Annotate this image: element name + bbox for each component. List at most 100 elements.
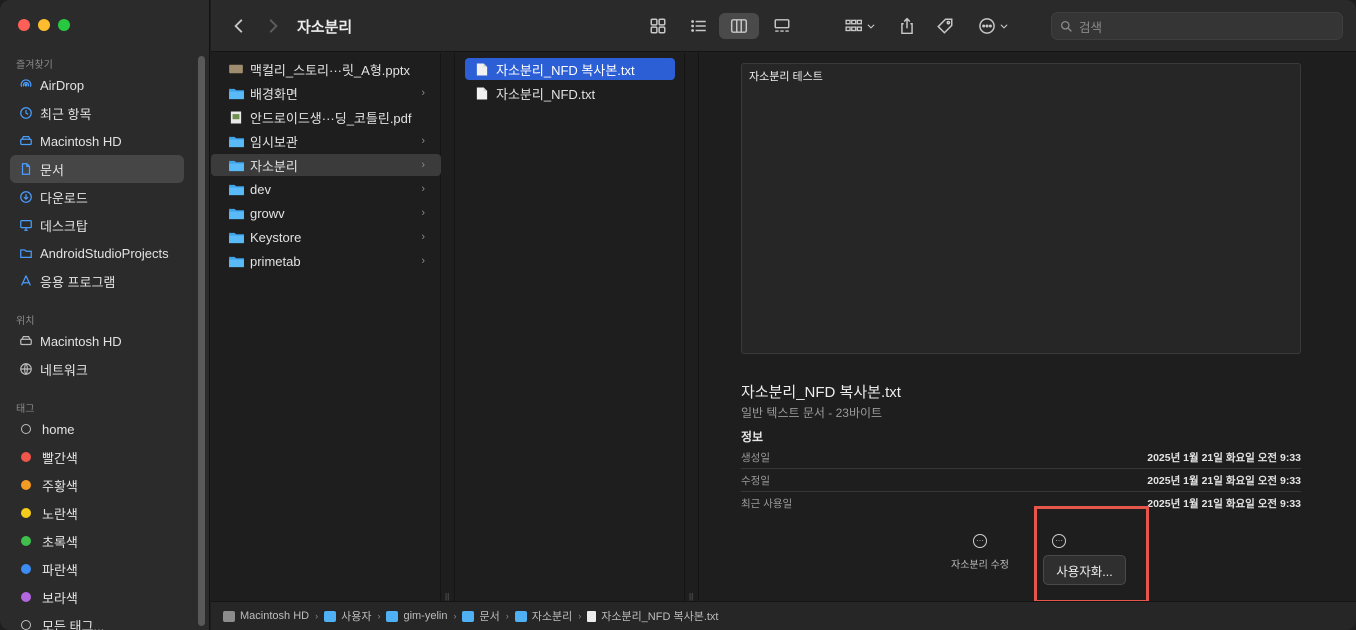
column-resize-handle[interactable]	[685, 53, 699, 601]
item-name: growv	[250, 205, 285, 221]
item-name: Keystore	[250, 229, 302, 245]
chevron-right-icon: ›	[315, 611, 319, 621]
sidebar-tag-yellow[interactable]: 노란색	[10, 499, 184, 527]
path-item-file[interactable]: 자소분리_NFD 복사본.txt	[587, 608, 719, 624]
sidebar-item-location-macintosh-hd[interactable]: Macintosh HD	[10, 327, 184, 355]
document-icon	[18, 161, 34, 177]
column-resize-handle[interactable]	[441, 53, 455, 601]
zoom-window-button[interactable]	[58, 19, 70, 31]
sidebar-scrollbar[interactable]	[198, 56, 205, 626]
clock-icon	[18, 105, 34, 121]
item-name: 자소분리_NFD 복사본.txt	[496, 62, 635, 78]
column-grip-icon[interactable]: ||	[689, 592, 693, 601]
path-label: gim-yelin	[403, 610, 448, 622]
sidebar-item-documents[interactable]: 문서	[10, 155, 184, 183]
sidebar-tag-orange[interactable]: 주황색	[10, 471, 184, 499]
chevron-right-icon: ›	[421, 135, 425, 147]
text-file-icon	[587, 610, 597, 622]
sidebar-tag-green[interactable]: 초록색	[10, 527, 184, 555]
meta-value: 2025년 1월 21일 화요일 오전 9:33	[1147, 451, 1301, 464]
folder-icon	[18, 245, 34, 261]
column-jaso: 자소분리_NFD 복사본.txt 자소분리_NFD.txt	[456, 53, 685, 601]
list-item-selected[interactable]: 자소분리 ›	[211, 154, 441, 176]
icon-view-button[interactable]	[643, 13, 673, 39]
more-actions-button[interactable]	[973, 13, 1013, 39]
path-item-jaso[interactable]: 자소분리	[514, 608, 573, 624]
forward-button[interactable]	[261, 14, 285, 38]
chevron-right-icon	[269, 19, 278, 33]
path-label: 문서	[479, 611, 500, 623]
back-button[interactable]	[227, 14, 251, 38]
folder-icon	[227, 253, 245, 269]
sidebar-item-recents[interactable]: 최근 항목	[10, 99, 184, 127]
text-file-icon	[473, 61, 491, 77]
sidebar-item-androidstudioprojects[interactable]: AndroidStudioProjects	[10, 239, 184, 267]
favorites-header: 즐겨찾기	[16, 60, 53, 71]
sidebar-item-label: 보라색	[42, 590, 78, 606]
list-item[interactable]: 안드로이드생···딩_코틀린.pdf	[211, 106, 441, 128]
chevron-down-icon	[999, 24, 1008, 29]
sidebar-tag-purple[interactable]: 보라색	[10, 583, 184, 611]
group-button[interactable]	[839, 13, 881, 39]
list-item[interactable]: 맥컬리_스토리···릿_A형.pptx	[211, 58, 441, 80]
list-view-button[interactable]	[684, 13, 714, 39]
desktop-icon	[18, 217, 34, 233]
finder-window: 즐겨찾기 AirDrop 최근 항목 Macintosh HD 문서 다운로드 …	[0, 0, 1356, 630]
close-window-button[interactable]	[18, 19, 30, 31]
folder-icon	[227, 181, 245, 197]
sidebar-item-macintosh-hd[interactable]: Macintosh HD	[10, 127, 184, 155]
path-item-users[interactable]: 사용자	[324, 608, 371, 624]
window-controls	[18, 19, 70, 31]
item-name: primetab	[250, 253, 301, 269]
sidebar-item-desktop[interactable]: 데스크탑	[10, 211, 184, 239]
sidebar-item-label: 모든 태그...	[42, 618, 105, 630]
sidebar-item-applications[interactable]: 응용 프로그램	[10, 267, 184, 295]
sidebar-item-label: 노란색	[42, 506, 78, 522]
text-file-icon	[473, 85, 491, 101]
sidebar-tag-home[interactable]: home	[10, 415, 184, 443]
list-item[interactable]: 임시보관 ›	[211, 130, 441, 152]
chevron-left-icon	[234, 19, 243, 33]
sidebar-item-downloads[interactable]: 다운로드	[10, 183, 184, 211]
item-name: 자소분리	[250, 158, 298, 174]
sidebar-tag-all-tags[interactable]: 모든 태그...	[10, 611, 184, 630]
column-grip-icon[interactable]: ||	[445, 592, 449, 601]
list-item-selected[interactable]: 자소분리_NFD 복사본.txt	[465, 58, 675, 80]
item-name: 맥컬리_스토리···릿_A형.pptx	[250, 62, 410, 78]
sidebar-tag-blue[interactable]: 파란색	[10, 555, 184, 583]
share-button[interactable]	[895, 13, 919, 39]
hard-drive-icon	[18, 333, 34, 349]
airdrop-icon	[18, 77, 34, 93]
list-item[interactable]: Keystore ›	[211, 226, 441, 248]
meta-row-last-opened: 최근 사용일 2025년 1월 21일 화요일 오전 9:33	[741, 492, 1301, 515]
meta-row-created: 생성일 2025년 1월 21일 화요일 오전 9:33	[741, 446, 1301, 469]
tag-dot-icon	[21, 592, 31, 602]
path-item-home[interactable]: gim-yelin	[386, 610, 447, 622]
file-preview: 자소분리 테스트	[741, 63, 1301, 354]
list-item[interactable]: 배경화면 ›	[211, 82, 441, 104]
folder-icon	[227, 157, 245, 173]
path-label: 자소분리	[531, 611, 573, 623]
path-item-macintosh-hd[interactable]: Macintosh HD	[223, 610, 309, 622]
meta-row-modified: 수정일 2025년 1월 21일 화요일 오전 9:33	[741, 469, 1301, 492]
sidebar-item-label: AirDrop	[40, 77, 85, 93]
search-placeholder: 검색	[1079, 20, 1103, 35]
item-name: 자소분리_NFD.txt	[496, 86, 596, 102]
sidebar-item-airdrop[interactable]: AirDrop	[10, 71, 184, 99]
chevron-right-icon: ›	[421, 207, 425, 219]
list-item[interactable]: 자소분리_NFD.txt	[465, 82, 675, 104]
path-item-documents[interactable]: 문서	[462, 608, 500, 624]
search-field[interactable]: 검색	[1051, 12, 1343, 40]
list-item[interactable]: primetab ›	[211, 250, 441, 272]
list-item[interactable]: dev ›	[211, 178, 441, 200]
list-item[interactable]: growv ›	[211, 202, 441, 224]
gallery-view-button[interactable]	[767, 13, 797, 39]
pdf-file-icon	[227, 109, 245, 125]
column-view-button[interactable]	[719, 13, 759, 39]
sidebar-item-network[interactable]: 네트워크	[10, 355, 184, 383]
sidebar-tag-red[interactable]: 빨간색	[10, 443, 184, 471]
minimize-window-button[interactable]	[38, 19, 50, 31]
tags-button[interactable]	[933, 13, 957, 39]
edit-action-button[interactable]: ··· 자소분리 수정	[951, 534, 1009, 571]
column-documents: 맥컬리_스토리···릿_A형.pptx 배경화면 › 안드로이드생···딩_코틀…	[211, 53, 441, 601]
